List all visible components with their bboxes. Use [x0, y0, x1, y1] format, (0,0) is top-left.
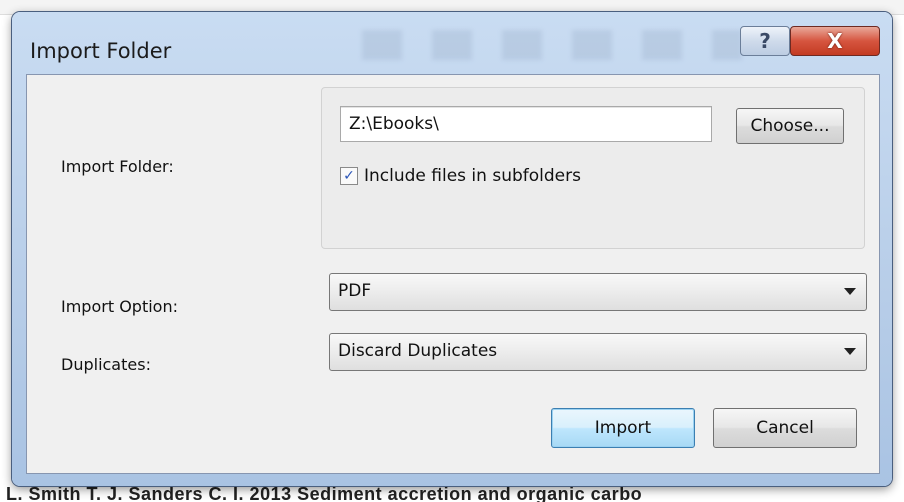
- import-option-value: PDF: [338, 281, 372, 301]
- help-icon: ?: [759, 29, 771, 53]
- help-button[interactable]: ?: [740, 26, 790, 56]
- chevron-down-icon: [844, 348, 856, 355]
- dialog-client-area: Import Folder: Choose... ✓ Include files…: [26, 74, 880, 474]
- import-folder-dialog: Import Folder ? X Import Folder: Choose.…: [12, 12, 892, 486]
- duplicates-label: Duplicates:: [61, 355, 151, 374]
- dialog-title: Import Folder: [30, 39, 172, 63]
- titlebar-background-blur: [362, 30, 742, 60]
- import-option-label: Import Option:: [61, 297, 178, 316]
- folder-group-box: Choose... ✓ Include files in subfolders: [321, 87, 865, 249]
- dialog-titlebar[interactable]: Import Folder ? X: [12, 12, 892, 68]
- import-option-select[interactable]: PDF: [329, 273, 867, 311]
- chevron-down-icon: [844, 288, 856, 295]
- duplicates-value: Discard Duplicates: [338, 341, 498, 361]
- folder-path-input[interactable]: [340, 106, 712, 142]
- include-subfolders-checkbox[interactable]: ✓: [340, 167, 358, 185]
- close-icon: X: [827, 29, 843, 53]
- check-icon: ✓: [343, 168, 355, 184]
- close-button[interactable]: X: [790, 26, 880, 56]
- import-folder-label: Import Folder:: [61, 157, 174, 176]
- duplicates-select[interactable]: Discard Duplicates: [329, 333, 867, 371]
- import-button[interactable]: Import: [551, 408, 695, 448]
- cancel-button[interactable]: Cancel: [713, 408, 857, 448]
- background-row-text: L. Smith T. J. Sanders C. I. 2013 Sedime…: [6, 484, 643, 502]
- include-subfolders-label[interactable]: Include files in subfolders: [364, 166, 581, 186]
- choose-button[interactable]: Choose...: [736, 108, 844, 144]
- include-subfolders-row[interactable]: ✓ Include files in subfolders: [340, 164, 581, 188]
